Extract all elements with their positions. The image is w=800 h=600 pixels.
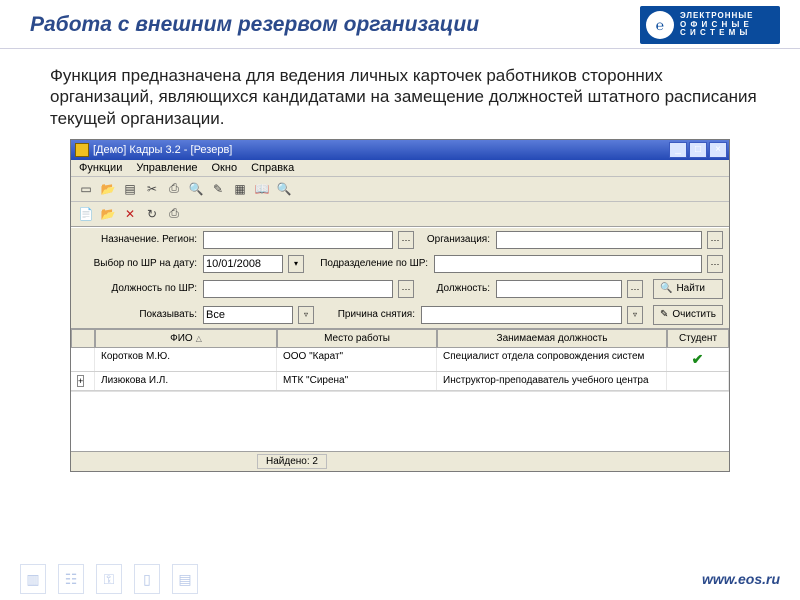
cell-place: ООО "Карат" xyxy=(277,348,437,371)
menu-functions[interactable]: Функции xyxy=(79,162,122,174)
slide-footer: ▥ ☷ ⚿ ▯ ▤ www.eos.ru xyxy=(0,564,800,594)
show-dropdown-button[interactable]: ▿ xyxy=(298,306,314,324)
open-icon[interactable]: 📂 xyxy=(99,180,117,198)
cut-icon[interactable]: ✂ xyxy=(143,180,161,198)
post-input[interactable] xyxy=(496,280,622,298)
label-reason: Причина снятия: xyxy=(320,309,415,320)
reason-input[interactable] xyxy=(421,306,622,324)
toolbar-secondary: 📄 📂 ✕ ↻ ⎙ xyxy=(71,202,729,227)
footer-server-icon: ▤ xyxy=(172,564,198,594)
label-date: Выбор по ШР на дату: xyxy=(77,258,197,269)
label-post: Должность: xyxy=(420,283,490,294)
footer-key-icon: ⚿ xyxy=(96,564,122,594)
reason-dropdown-button[interactable]: ▿ xyxy=(627,306,643,324)
dept-lookup-button[interactable]: ⋯ xyxy=(707,255,723,273)
menubar: Функции Управление Окно Справка xyxy=(71,160,729,177)
clear-icon: ✎ xyxy=(660,309,668,320)
delete-icon[interactable]: ✕ xyxy=(121,205,139,223)
menu-help[interactable]: Справка xyxy=(251,162,294,174)
statusbar: Найдено: 2 xyxy=(71,451,729,471)
grid-icon[interactable]: ▦ xyxy=(231,180,249,198)
doc-open-icon[interactable]: 📂 xyxy=(99,205,117,223)
row-expand-cell: + xyxy=(71,372,95,390)
restore-button[interactable]: □ xyxy=(689,142,707,158)
footer-chart-icon: ☷ xyxy=(58,564,84,594)
region-input[interactable] xyxy=(203,231,393,249)
menu-window[interactable]: Окно xyxy=(212,162,238,174)
window-controls: _ □ × xyxy=(669,142,727,158)
post-shr-input[interactable] xyxy=(203,280,393,298)
th-fio[interactable]: ФИО △ xyxy=(95,329,277,348)
brand-text: ЭЛЕКТРОННЫЕ О Ф И С Н Ы Е С И С Т Е М Ы xyxy=(680,12,753,38)
label-org: Организация: xyxy=(420,234,490,245)
post-lookup-button[interactable]: ⋯ xyxy=(627,280,643,298)
refresh-icon[interactable]: ↻ xyxy=(143,205,161,223)
results-table: ФИО △ Место работы Занимаемая должность … xyxy=(71,329,729,451)
slide-title: Работа с внешним резервом организации xyxy=(30,14,640,36)
brand-logo: ℮ ЭЛЕКТРОННЫЕ О Ф И С Н Ы Е С И С Т Е М … xyxy=(640,6,780,44)
sort-asc-icon: △ xyxy=(196,334,202,343)
th-expand[interactable] xyxy=(71,329,95,348)
cell-post: Инструктор-преподаватель учебного центра xyxy=(437,372,667,390)
cell-student xyxy=(667,372,729,390)
window-title: [Демо] Кадры 3.2 - [Резерв] xyxy=(93,144,232,156)
find-icon[interactable]: 🔍 xyxy=(187,180,205,198)
toolbar-main: ▭ 📂 ▤ ✂ ⎙ 🔍 ✎ ▦ 📖 🔍 xyxy=(71,177,729,202)
menu-manage[interactable]: Управление xyxy=(136,162,197,174)
cell-fio: Коротков М.Ю. xyxy=(95,348,277,371)
th-place[interactable]: Место работы xyxy=(277,329,437,348)
status-found: Найдено: 2 xyxy=(257,454,327,469)
date-input[interactable]: 10/01/2008 xyxy=(203,255,283,273)
slide-header: Работа с внешним резервом организации ℮ … xyxy=(0,0,800,49)
label-show: Показывать: xyxy=(77,309,197,320)
table-header: ФИО △ Место работы Занимаемая должность … xyxy=(71,329,729,348)
th-post[interactable]: Занимаемая должность xyxy=(437,329,667,348)
cell-place: МТК "Сирена" xyxy=(277,372,437,390)
cell-post: Специалист отдела сопровождения систем xyxy=(437,348,667,371)
edit-icon[interactable]: ✎ xyxy=(209,180,227,198)
cell-fio: Лизюкова И.Л. xyxy=(95,372,277,390)
titlebar[interactable]: [Демо] Кадры 3.2 - [Резерв] _ □ × xyxy=(71,140,729,160)
brand-glyph-icon: ℮ xyxy=(646,11,674,39)
doc-new-icon[interactable]: 📄 xyxy=(77,205,95,223)
intro-text: Функция предназначена для ведения личных… xyxy=(0,49,800,139)
print2-icon[interactable]: ⎙ xyxy=(165,205,183,223)
search-icon: 🔍 xyxy=(660,283,672,294)
footer-doc-icon: ▯ xyxy=(134,564,160,594)
label-post-shr: Должность по ШР: xyxy=(77,283,197,294)
date-dropdown-button[interactable]: ▾ xyxy=(288,255,304,273)
app-window: [Демо] Кадры 3.2 - [Резерв] _ □ × Функци… xyxy=(70,139,730,472)
th-student[interactable]: Студент xyxy=(667,329,729,348)
row-expand-cell xyxy=(71,348,95,371)
empty-rows xyxy=(71,391,729,451)
zoom-icon[interactable]: 🔍 xyxy=(275,180,293,198)
org-input[interactable] xyxy=(496,231,702,249)
card-icon[interactable]: ▤ xyxy=(121,180,139,198)
close-button[interactable]: × xyxy=(709,142,727,158)
footer-url: www.eos.ru xyxy=(702,571,780,587)
expand-button[interactable]: + xyxy=(77,375,84,387)
footer-building-icon: ▥ xyxy=(20,564,46,594)
print-icon[interactable]: ⎙ xyxy=(165,180,183,198)
new-icon[interactable]: ▭ xyxy=(77,180,95,198)
footer-icons: ▥ ☷ ⚿ ▯ ▤ xyxy=(20,564,198,594)
book-icon[interactable]: 📖 xyxy=(253,180,271,198)
post-shr-lookup-button[interactable]: ⋯ xyxy=(398,280,414,298)
table-row[interactable]: Коротков М.Ю. ООО "Карат" Специалист отд… xyxy=(71,348,729,372)
find-button[interactable]: 🔍 Найти xyxy=(653,279,723,299)
label-dept: Подразделение по ШР: xyxy=(318,258,428,269)
dept-input[interactable] xyxy=(434,255,702,273)
show-select[interactable]: Все xyxy=(203,306,293,324)
table-row[interactable]: + Лизюкова И.Л. МТК "Сирена" Инструктор-… xyxy=(71,372,729,391)
minimize-button[interactable]: _ xyxy=(669,142,687,158)
app-icon xyxy=(75,143,89,157)
check-icon: ✔ xyxy=(673,351,722,368)
region-lookup-button[interactable]: ⋯ xyxy=(398,231,414,249)
clear-button[interactable]: ✎ Очистить xyxy=(653,305,723,325)
org-lookup-button[interactable]: ⋯ xyxy=(707,231,723,249)
cell-student: ✔ xyxy=(667,348,729,371)
filter-form: Назначение. Регион: ⋯ Организация: ⋯ Выб… xyxy=(71,227,729,329)
label-region: Назначение. Регион: xyxy=(77,234,197,245)
